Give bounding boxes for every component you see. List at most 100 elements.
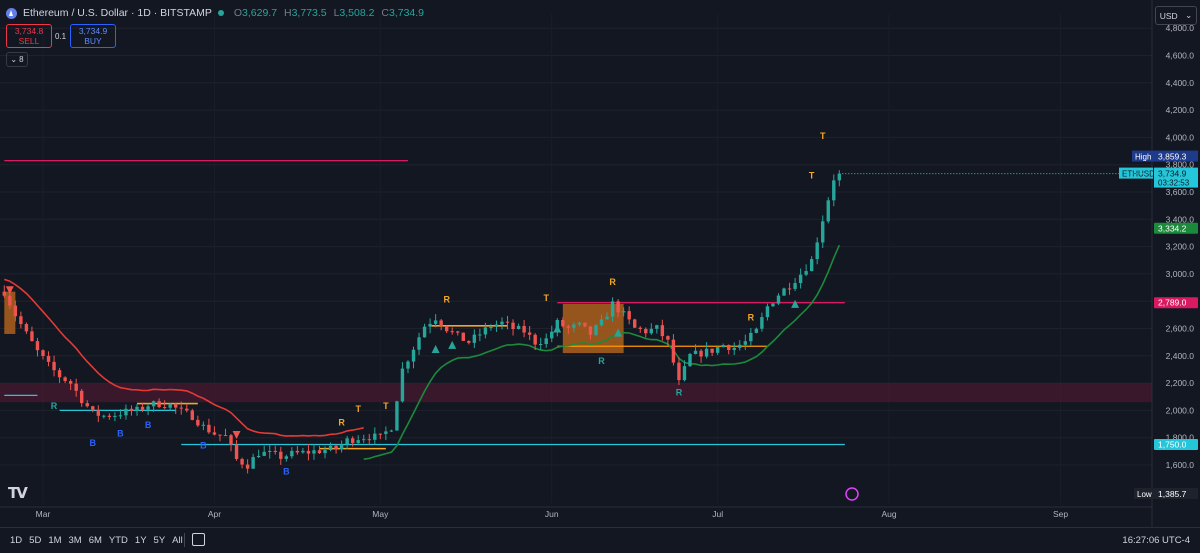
candle-body [290,450,294,457]
timeframe-1m[interactable]: 1M [48,535,61,546]
candle-body [19,316,23,325]
timeframe-all[interactable]: All [172,535,183,546]
candle-body [522,325,526,333]
candle-body [196,419,200,426]
candle-body [478,334,482,336]
y-tick-label: 2,400.0 [1166,351,1195,361]
price-badges: 3,334.22,789.01,750.0High 3,859.3ETHUSD 3,… [842,150,1198,499]
y-tick-label: 4,000.0 [1166,132,1195,142]
currency-selector[interactable]: USD ⌄ [1155,6,1197,25]
candle-body [91,406,95,410]
candle-body [588,326,593,335]
candle-body [135,406,139,411]
candle-body [544,338,548,345]
candle-body [627,311,631,320]
symbol-title[interactable]: Ethereum / U.S. Dollar · 1D · BITSTAMP [23,7,212,19]
buy-button[interactable]: 3,734.9 BUY [70,24,116,48]
candle-body [710,348,714,353]
replay-icon [845,487,859,501]
candle-body [174,403,178,408]
sell-button[interactable]: 3,734.8 SELL [6,24,52,48]
candle-body [339,444,344,450]
candle-body [621,311,626,313]
price-chart[interactable]: RBBBBBRT TR TRRRRTT 1,600.01,800.02,000.02… [0,0,1200,552]
candle-body [96,409,100,416]
y-tick-label: 2,000.0 [1166,405,1195,415]
level-badge-text: 3,334.2 [1158,223,1187,233]
candle-body [273,450,277,452]
chevron-down-icon: ⌄ [10,55,18,64]
toolbar-divider [184,533,185,547]
candle-body [428,323,432,327]
timeframe-5y[interactable]: 5Y [154,535,166,546]
candle-body [185,408,189,411]
grid [0,14,1152,503]
signal-label: T [383,401,389,411]
candle-body [389,430,394,432]
timeframe-1d[interactable]: 1D [10,535,22,546]
tradingview-logo: TV [8,484,28,502]
candle-body [395,401,399,431]
timeframe-1y[interactable]: 1Y [135,535,147,546]
low-label: Low [1137,490,1152,499]
candle-body [168,403,172,408]
candle-body [749,332,753,342]
candle-body [113,415,117,417]
candle-body [422,326,427,338]
timeframe-buttons: 1D 5D 1M 3M 6M YTD 1Y 5Y All [10,535,183,546]
candle-body [41,350,45,357]
y-tick-label: 3,600.0 [1166,187,1195,197]
candle-body [190,410,195,420]
candle-body [52,361,56,371]
supply-zone [0,383,1152,403]
candle-body [671,339,676,363]
y-tick-label: 4,200.0 [1166,105,1195,115]
timeframe-3m[interactable]: 3M [69,535,82,546]
candle-body [63,377,67,382]
candle-body [566,326,571,328]
candle-body [539,344,543,346]
timeframe-6m[interactable]: 6M [89,535,102,546]
signal-label: B [117,428,124,438]
candle-body [8,295,12,306]
x-tick-label: Aug [882,509,897,519]
timeframe-5d[interactable]: 5D [29,535,41,546]
candle-body [400,368,405,402]
time-axis: Mar Apr May Jun Jul Aug Sep [0,506,1152,519]
candle-body [2,291,6,296]
candle-body [268,450,272,452]
clock[interactable]: 16:27:06 UTC-4 [1122,535,1190,546]
candle-body [118,415,123,417]
candle-body [649,328,653,334]
candle-body [85,403,89,407]
candle-body [533,334,537,345]
candle-body [384,431,388,434]
candle-body [406,361,410,369]
timeframe-ytd[interactable]: YTD [109,535,128,546]
candle-body [599,319,604,326]
signal-label: R [598,356,605,366]
candle-body [699,350,703,357]
signal-label: B [90,438,97,448]
indicators-toggle[interactable]: ⌄ 8 [6,52,28,67]
calendar-icon[interactable] [192,533,205,546]
candle-body [494,324,499,328]
buy-label: BUY [84,36,102,46]
candle-body [57,370,62,378]
candle-body [760,317,764,329]
signal-label: R [338,417,345,427]
sell-label: SELL [18,36,40,46]
signal-label: R [443,295,450,305]
candle-body [500,321,504,325]
candle-body [809,259,814,272]
candle-body [793,283,797,289]
price-zones [0,383,1152,403]
candle-body [295,450,300,453]
candle-body [483,327,488,335]
candle-body [511,322,515,330]
candle-body [13,305,18,317]
y-tick-label: 2,600.0 [1166,324,1195,334]
candle-body [35,341,40,351]
candle-body [682,366,687,381]
countdown: 03:32:53 [1158,179,1190,188]
